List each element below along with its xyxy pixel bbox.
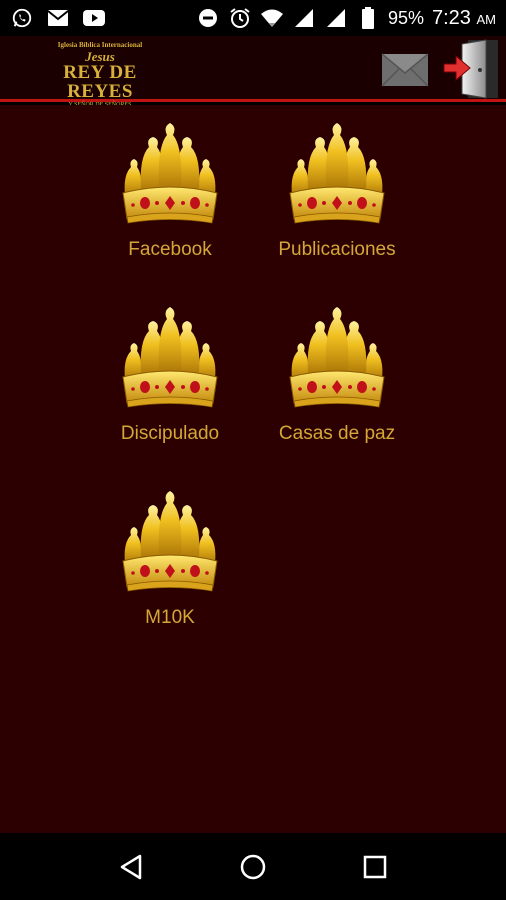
logo-line1: Iglesia Bíblica Internacional bbox=[57, 41, 143, 49]
tile-label: Publicaciones bbox=[278, 239, 396, 260]
signal-icon-2 bbox=[324, 6, 348, 30]
clock-ampm: AM bbox=[476, 11, 497, 27]
status-bar: 95% 7:23 AM bbox=[0, 0, 506, 36]
tile-casas-de-paz[interactable]: Casas de paz bbox=[252, 301, 422, 461]
signal-icon bbox=[292, 6, 316, 30]
status-right: 95% 7:23 AM bbox=[196, 6, 496, 30]
mail-button[interactable] bbox=[380, 52, 430, 88]
tile-label: M10K bbox=[145, 607, 195, 628]
tile-label: Facebook bbox=[128, 239, 212, 260]
tile-label: Discipulado bbox=[120, 423, 220, 444]
main-menu: Facebook Publicaciones Discipulado Casas… bbox=[0, 105, 506, 833]
gmail-icon bbox=[46, 6, 70, 30]
tile-discipulado[interactable]: Discipulado bbox=[85, 301, 255, 461]
alarm-icon bbox=[228, 6, 252, 30]
back-button[interactable] bbox=[111, 847, 151, 887]
logo-line3: REY DE REYES bbox=[63, 62, 137, 102]
do-not-disturb-icon bbox=[196, 6, 220, 30]
youtube-icon bbox=[82, 6, 106, 30]
wifi-icon bbox=[260, 6, 284, 30]
home-button[interactable] bbox=[233, 847, 273, 887]
crown-icon bbox=[122, 122, 218, 224]
envelope-icon bbox=[381, 53, 429, 87]
status-left bbox=[10, 6, 106, 30]
nav-bar bbox=[0, 833, 506, 900]
exit-door-icon bbox=[443, 39, 498, 99]
tile-publicaciones[interactable]: Publicaciones bbox=[252, 117, 422, 277]
clock-time: 7:23 bbox=[432, 6, 471, 29]
crown-icon bbox=[289, 122, 385, 224]
clock: 7:23 AM bbox=[432, 7, 496, 30]
home-circle-icon bbox=[240, 854, 266, 879]
recents-square-icon bbox=[363, 855, 387, 878]
tile-m10k[interactable]: M10K bbox=[85, 485, 255, 645]
crown-icon bbox=[122, 306, 218, 408]
exit-button[interactable] bbox=[442, 38, 500, 100]
battery-icon bbox=[356, 6, 380, 30]
whatsapp-icon bbox=[10, 6, 34, 30]
back-triangle-icon bbox=[120, 854, 142, 879]
app-header: Iglesia Bíblica Internacional Jesus REY … bbox=[0, 36, 506, 109]
church-logo: Iglesia Bíblica Internacional Jesus REY … bbox=[40, 41, 160, 109]
recents-button[interactable] bbox=[355, 847, 395, 887]
tile-label: Casas de paz bbox=[278, 423, 396, 444]
crown-icon bbox=[122, 490, 218, 592]
tile-facebook[interactable]: Facebook bbox=[85, 117, 255, 277]
battery-percent: 95% bbox=[387, 7, 424, 28]
crown-icon bbox=[289, 306, 385, 408]
